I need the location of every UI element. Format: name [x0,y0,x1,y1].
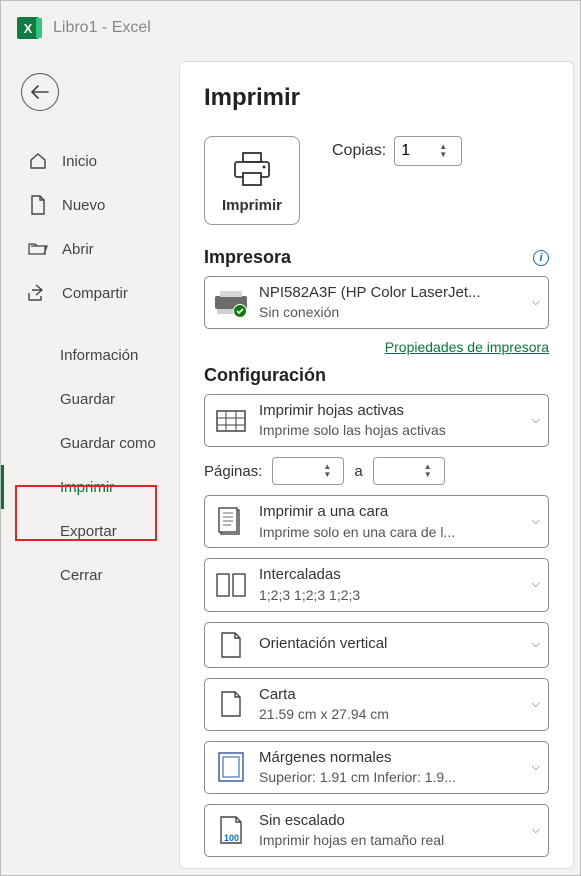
copies-label: Copias: [332,142,386,160]
sidebar-item-inicio[interactable]: Inicio [1,139,179,183]
arrow-left-icon [31,85,49,99]
dd-title: Orientación vertical [259,634,540,654]
home-icon [28,152,48,170]
window-title: Libro1 - Excel [53,19,151,37]
copies-spinner[interactable]: ▲ ▼ [394,136,462,166]
chevron-down-icon: ⌵ [532,824,540,837]
sides-dropdown[interactable]: Imprimir a una cara Imprime solo en una … [204,495,549,548]
page-setup-link[interactable]: Configurar página [438,865,549,869]
dd-title: Carta [259,685,540,705]
scaling-dropdown[interactable]: 100 Sin escalado Imprimir hojas en tamañ… [204,804,549,857]
nav-label: Inicio [62,153,97,170]
portrait-icon [213,631,249,659]
dd-sub: 1;2;3 1;2;3 1;2;3 [259,586,540,605]
nav-label: Compartir [62,285,128,302]
chevron-down-icon: ⌵ [532,698,540,711]
print-button[interactable]: Imprimir [204,136,300,225]
collate-dropdown[interactable]: Intercaladas 1;2;3 1;2;3 1;2;3 ⌵ [204,558,549,611]
backstage-sidebar: Inicio Nuevo Abrir Compartir Información… [1,55,179,875]
printer-dropdown[interactable]: NPI582A3F (HP Color LaserJet... Sin cone… [204,276,549,329]
dd-title: Sin escalado [259,811,540,831]
sidebar-item-nuevo[interactable]: Nuevo [1,183,179,227]
nav-label: Guardar [60,391,115,408]
dd-title: Imprimir hojas activas [259,401,540,421]
dd-sub: Imprimir hojas en tamaño real [259,831,540,850]
dd-sub: Imprime solo en una cara de l... [259,523,540,542]
copies-input[interactable] [395,142,439,160]
pages-separator: a [354,463,362,480]
nav-label: Imprimir [60,479,114,496]
chevron-down-icon: ⌵ [532,638,540,651]
svg-text:100: 100 [224,833,239,843]
nav-label: Abrir [62,241,94,258]
spinner-down-icon[interactable]: ▼ [439,151,447,159]
sidebar-item-compartir[interactable]: Compartir [1,271,179,315]
chevron-down-icon: ⌵ [532,296,540,309]
chevron-down-icon: ⌵ [532,515,540,528]
print-what-dropdown[interactable]: Imprimir hojas activas Imprime solo las … [204,394,549,447]
info-icon[interactable]: i [533,250,549,266]
dd-sub: 21.59 cm x 27.94 cm [259,705,540,724]
nav-label: Exportar [60,523,117,540]
sidebar-item-imprimir[interactable]: Imprimir [1,465,179,509]
pages-to-input[interactable]: ▲ ▼ [373,457,445,485]
chevron-down-icon: ⌵ [532,414,540,427]
printer-status: Sin conexión [259,303,540,322]
print-button-label: Imprimir [222,197,282,214]
chevron-down-icon: ⌵ [532,761,540,774]
excel-app-icon: X [17,17,39,39]
page-icon [213,690,249,718]
orientation-dropdown[interactable]: Orientación vertical ⌵ [204,622,549,668]
one-sided-icon [213,507,249,537]
printer-name: NPI582A3F (HP Color LaserJet... [259,283,540,303]
printer-device-icon [213,290,249,316]
nav-label: Guardar como [60,435,156,452]
back-button[interactable] [21,73,59,111]
titlebar: X Libro1 - Excel [1,1,580,55]
spinner-down-icon[interactable]: ▼ [424,471,432,479]
pages-label: Páginas: [204,463,262,480]
dd-title: Imprimir a una cara [259,502,540,522]
printer-heading: Impresora [204,247,291,268]
spinner-down-icon[interactable]: ▼ [323,471,331,479]
sidebar-item-guardar-como[interactable]: Guardar como [1,421,179,465]
nav-label: Información [60,347,138,364]
sidebar-item-informacion[interactable]: Información [1,333,179,377]
print-panel: Imprimir Imprimir Copias: ▲ ▼ [179,61,574,869]
share-icon [28,284,48,302]
dd-sub: Imprime solo las hojas activas [259,421,540,440]
folder-open-icon [28,241,48,257]
sheets-icon [213,410,249,432]
sidebar-item-cerrar[interactable]: Cerrar [1,553,179,597]
margins-icon [213,752,249,782]
paper-size-dropdown[interactable]: Carta 21.59 cm x 27.94 cm ⌵ [204,678,549,731]
sidebar-item-guardar[interactable]: Guardar [1,377,179,421]
chevron-down-icon: ⌵ [532,578,540,591]
scaling-icon: 100 [213,815,249,845]
nav-label: Cerrar [60,567,103,584]
config-heading: Configuración [204,365,326,386]
page-title: Imprimir [204,84,549,112]
sidebar-item-exportar[interactable]: Exportar [1,509,179,553]
printer-icon [232,151,272,187]
collated-icon [213,573,249,597]
nav-label: Nuevo [62,197,105,214]
sidebar-item-abrir[interactable]: Abrir [1,227,179,271]
printer-properties-link[interactable]: Propiedades de impresora [385,339,549,355]
dd-title: Intercaladas [259,565,540,585]
document-icon [28,195,48,215]
dd-sub: Superior: 1.91 cm Inferior: 1.9... [259,768,540,787]
margins-dropdown[interactable]: Márgenes normales Superior: 1.91 cm Infe… [204,741,549,794]
dd-title: Márgenes normales [259,748,540,768]
pages-from-input[interactable]: ▲ ▼ [272,457,344,485]
